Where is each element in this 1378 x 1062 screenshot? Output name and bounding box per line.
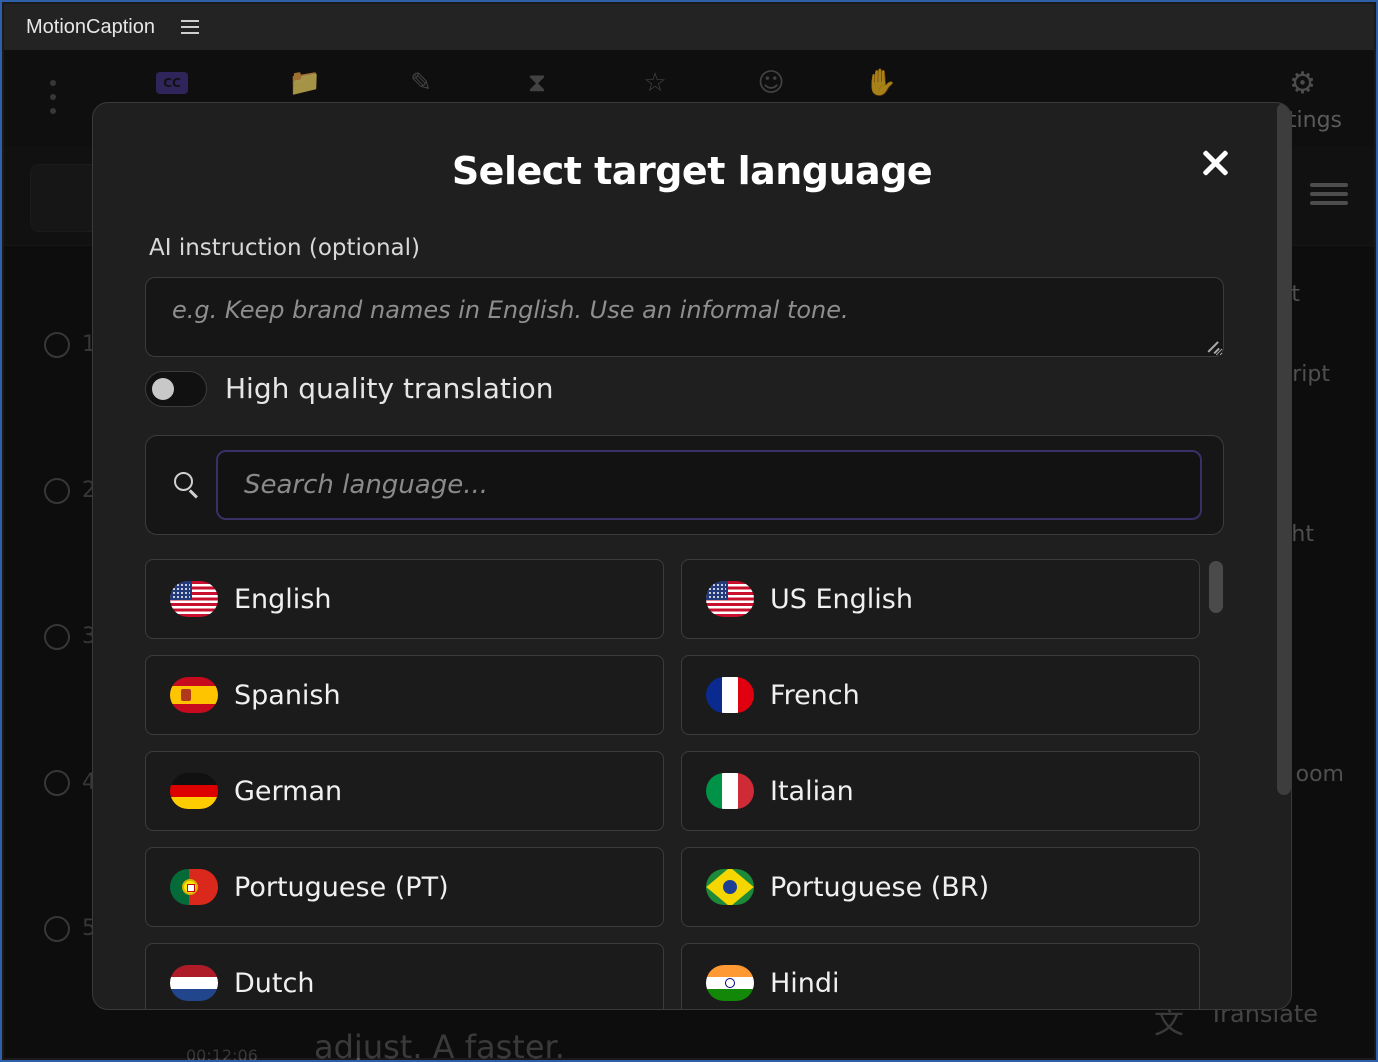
brazil-flag-icon <box>706 869 754 905</box>
language-label: Dutch <box>234 967 315 999</box>
language-label: US English <box>770 583 913 615</box>
language-option-hindi[interactable]: Hindi <box>681 943 1200 1009</box>
language-search-panel <box>145 435 1224 535</box>
search-icon <box>174 472 200 499</box>
app-title: MotionCaption <box>26 15 155 38</box>
ai-instruction-label: AI instruction (optional) <box>149 235 421 261</box>
language-option-dutch[interactable]: Dutch <box>145 943 664 1009</box>
dialog-title: Select target language <box>451 149 933 193</box>
language-option-italian[interactable]: Italian <box>681 751 1200 831</box>
language-option-spanish[interactable]: Spanish <box>145 655 664 735</box>
india-flag-icon <box>706 965 754 1001</box>
app-window: MotionCaption CC 📁 ✎ ⧗ ☆ ☺ ✋ ⚙ tings 1 2… <box>0 0 1378 1062</box>
us-flag-icon <box>170 581 218 617</box>
select-language-dialog: Select target language AI instruction (o… <box>92 102 1292 1010</box>
language-label: English <box>234 583 332 615</box>
high-quality-toggle[interactable] <box>145 371 207 407</box>
language-label: Hindi <box>770 967 840 999</box>
language-label: Italian <box>770 775 854 807</box>
spain-flag-icon <box>170 677 218 713</box>
language-option-portuguese-pt[interactable]: Portuguese (PT) <box>145 847 664 927</box>
language-option-french[interactable]: French <box>681 655 1200 735</box>
us-flag-icon <box>706 581 754 617</box>
close-icon[interactable] <box>1199 147 1231 179</box>
language-label: French <box>770 679 860 711</box>
title-bar: MotionCaption <box>4 4 1374 50</box>
high-quality-label: High quality translation <box>225 372 554 405</box>
italy-flag-icon <box>706 773 754 809</box>
ai-instruction-field[interactable] <box>145 277 1224 357</box>
language-label: Spanish <box>234 679 341 711</box>
language-option-german[interactable]: German <box>145 751 664 831</box>
language-label: Portuguese (PT) <box>234 871 449 903</box>
language-option-portuguese-br[interactable]: Portuguese (BR) <box>681 847 1200 927</box>
language-option-english[interactable]: English <box>145 559 664 639</box>
portugal-flag-icon <box>170 869 218 905</box>
dialog-scrollbar[interactable] <box>1277 103 1291 795</box>
language-list-scrollbar[interactable] <box>1209 561 1223 613</box>
language-label: German <box>234 775 343 807</box>
language-search-input[interactable] <box>216 450 1202 520</box>
toggle-knob <box>152 378 174 400</box>
germany-flag-icon <box>170 773 218 809</box>
language-option-us-english[interactable]: US English <box>681 559 1200 639</box>
hamburger-menu-icon[interactable] <box>180 20 199 34</box>
language-label: Portuguese (BR) <box>770 871 990 903</box>
france-flag-icon <box>706 677 754 713</box>
netherlands-flag-icon <box>170 965 218 1001</box>
